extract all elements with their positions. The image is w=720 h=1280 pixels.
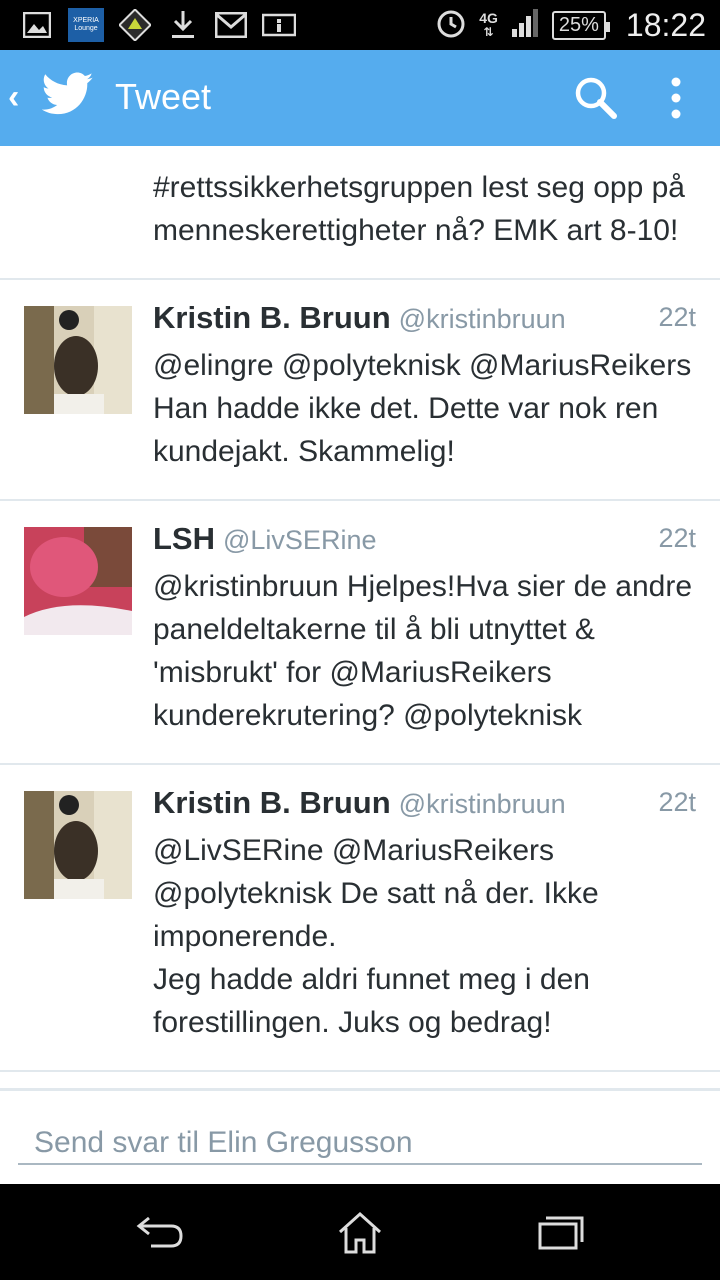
home-icon[interactable] [330,1208,390,1256]
app-icon [118,8,152,42]
xperia-lounge-label: XPERIA Lounge [73,17,99,32]
battery-indicator: 25% [551,10,610,40]
status-bar: XPERIA Lounge 4G ⇅ 25% 18:22 [0,0,720,50]
author-handle[interactable]: @LivSERine [223,525,376,555]
navigation-bar [0,1184,720,1280]
notification-icons: XPERIA Lounge [20,6,296,44]
reply-bar [0,1088,720,1187]
tweet-time: 22t [658,523,696,553]
gmail-icon [214,8,248,42]
author-name[interactable]: Kristin B. Bruun [153,300,391,335]
network-type: 4G [479,10,498,26]
author-name[interactable]: Kristin B. Bruun [153,785,391,820]
author-handle[interactable]: @kristinbruun [399,789,566,819]
avatar[interactable] [24,306,132,414]
action-bar: ‹ Tweet [0,50,720,146]
xperia-lounge-icon: XPERIA Lounge [68,8,104,42]
overflow-menu-icon[interactable] [670,76,682,125]
tweet-item[interactable]: LSH @LivSERine 22t @kristinbruun Hjelpes!… [0,501,720,765]
avatar[interactable] [24,527,132,635]
twitter-bird-icon[interactable] [41,72,94,121]
tweet-thread: #rettssikkerhetsgruppen lest seg opp på … [0,146,720,1086]
recent-apps-icon[interactable] [530,1208,590,1256]
tweet-text: @kristinbruun Hjelpes!Hva sier de andre … [153,570,693,732]
tweet-text: #rettssikkerhetsgruppen lest seg opp på … [153,171,685,247]
author-handle[interactable]: @kristinbruun [399,304,566,334]
alarm-icon [435,7,467,44]
chevron-left-icon[interactable]: ‹ [8,78,19,117]
network-indicator: 4G ⇅ [479,11,498,39]
tweet-text: @LivSERine @MariusReikers @polyteknisk D… [153,834,599,1039]
tweet-text: @elingre @polyteknisk @MariusReikers Han… [153,349,692,468]
tweet-item[interactable]: Kristin B. Bruun @kristinbruun 22t @eling… [0,280,720,501]
search-icon[interactable] [572,74,618,125]
avatar[interactable] [24,791,132,899]
reply-input[interactable] [18,1123,702,1165]
download-icon [166,8,200,42]
back-icon[interactable] [130,1208,190,1256]
page-title: Tweet [115,76,212,117]
tweet-time: 22t [658,302,696,332]
tweet-time: 22t [658,787,696,817]
author-name[interactable]: LSH [153,521,215,556]
image-icon [20,8,54,42]
info-icon [262,8,296,42]
data-arrows-icon: ⇅ [483,25,494,39]
partial-tweet[interactable]: #rettssikkerhetsgruppen lest seg opp på … [0,146,720,280]
tweet-item[interactable]: Kristin B. Bruun @kristinbruun 22t @LivSE… [0,765,720,1072]
clock: 18:22 [625,6,706,43]
signal-icon [510,8,540,42]
